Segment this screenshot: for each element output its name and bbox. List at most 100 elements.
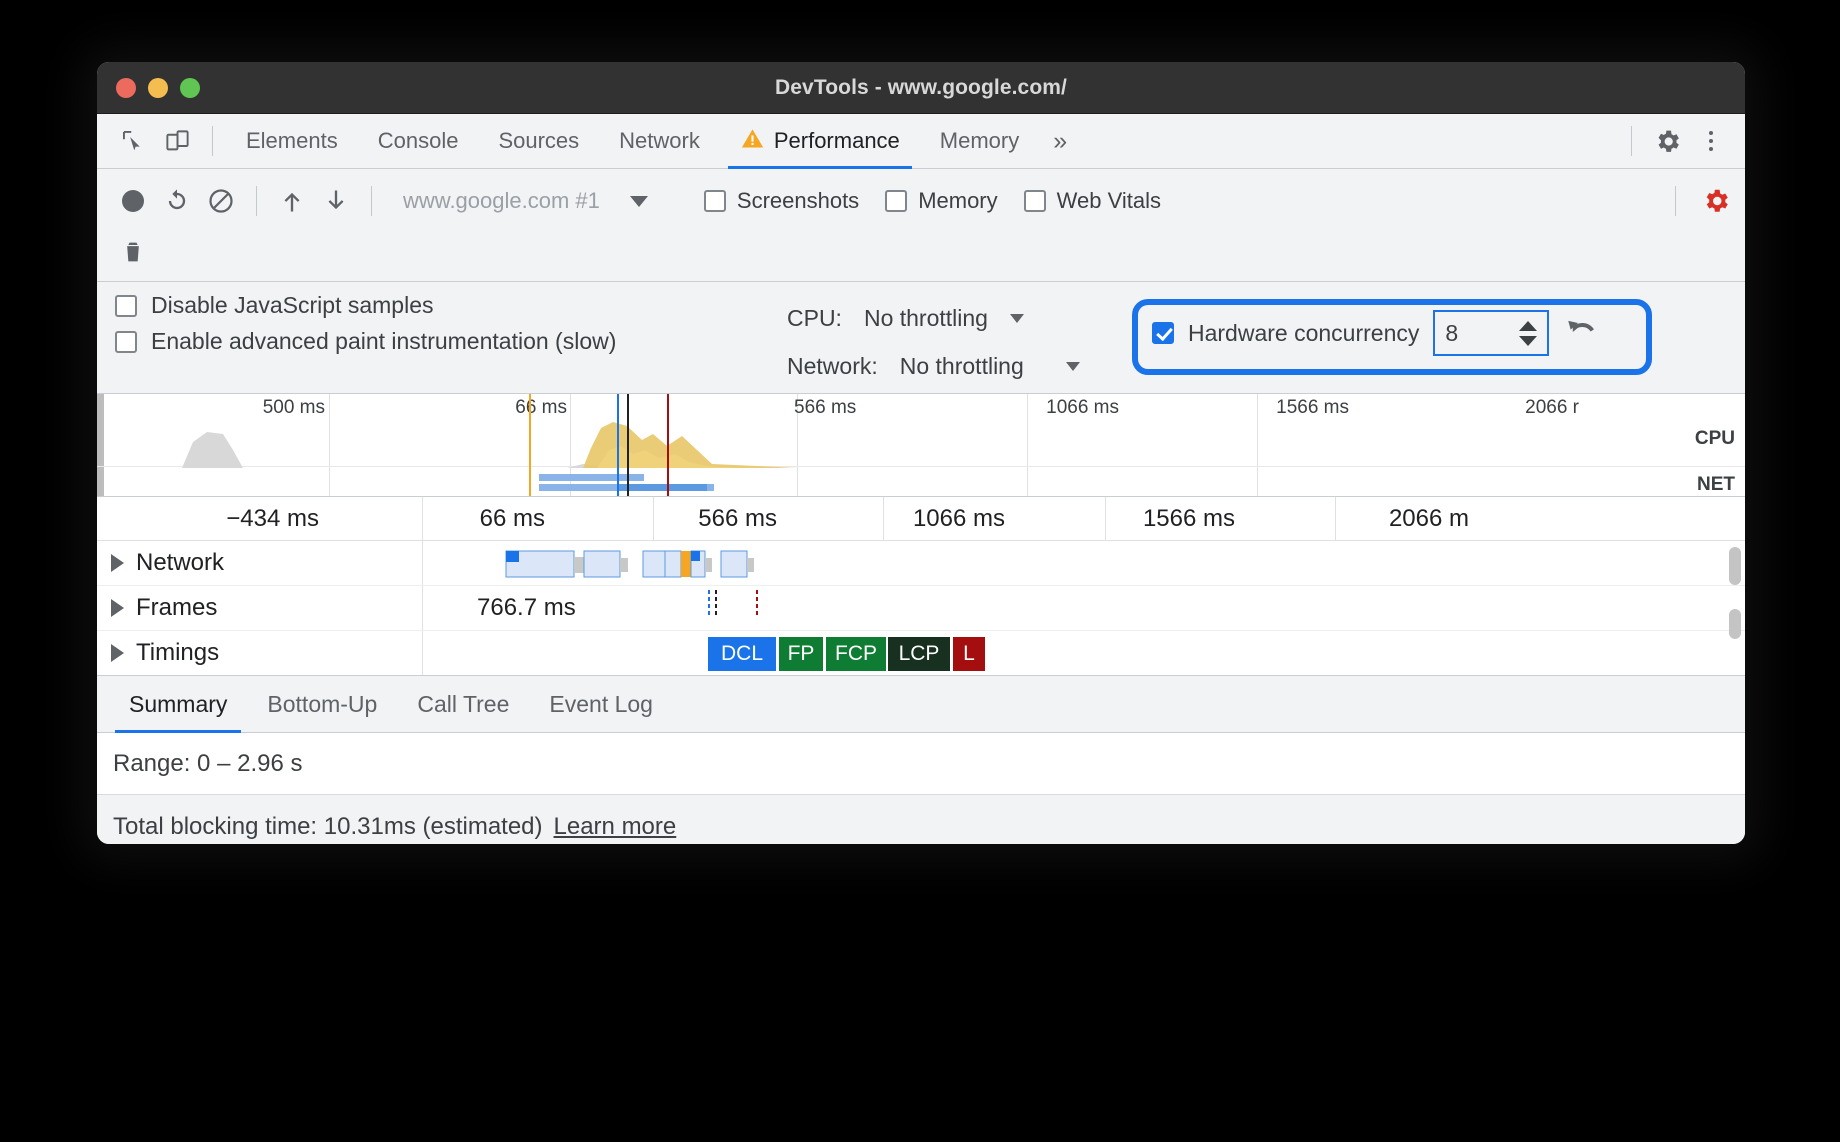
device-toggle-icon[interactable] <box>155 119 199 163</box>
overview-tick: 1566 ms <box>1276 397 1349 419</box>
ruler-tick: 1066 ms <box>913 505 1005 533</box>
tab-bottom-up[interactable]: Bottom-Up <box>247 675 397 733</box>
total-blocking-time-label: Total blocking time: 10.31ms (estimated) <box>113 813 543 841</box>
capture-screenshots-option[interactable]: Screenshots <box>704 188 859 214</box>
throttling-column: CPU: No throttling Network: No throttlin… <box>787 294 1080 390</box>
tracks-scrollbar[interactable] <box>1729 547 1741 671</box>
timing-badge-fcp[interactable]: FCP <box>826 637 886 671</box>
undo-arrow-icon[interactable] <box>1563 314 1605 353</box>
total-blocking-time-row: Total blocking time: 10.31ms (estimated)… <box>97 795 1745 844</box>
tab-call-tree[interactable]: Call Tree <box>397 675 529 733</box>
toolbar-divider <box>1631 126 1632 156</box>
cpu-throttling-select[interactable]: No throttling <box>864 305 988 332</box>
devtools-window: DevTools - www.google.com/ Elements <box>97 62 1745 844</box>
toolbar-row-2 <box>111 227 1731 277</box>
tab-summary[interactable]: Summary <box>109 675 247 733</box>
overview-tick: 566 ms <box>794 397 856 419</box>
hardware-concurrency-stepper[interactable]: 8 <box>1433 310 1549 356</box>
overview-tick: 66 ms <box>515 397 567 419</box>
close-button[interactable] <box>116 78 136 98</box>
reload-record-icon[interactable] <box>155 179 199 223</box>
tab-console[interactable]: Console <box>358 114 479 169</box>
triangle-right-icon[interactable] <box>111 644 124 662</box>
track-header-timings[interactable]: Timings <box>111 639 219 667</box>
ruler-tick: 66 ms <box>480 505 545 533</box>
stepper-arrows[interactable] <box>1519 321 1537 346</box>
learn-more-link[interactable]: Learn more <box>554 813 677 841</box>
track-network[interactable]: Network <box>97 541 1745 586</box>
network-label: Network: <box>787 353 878 380</box>
disable-js-samples-option[interactable]: Disable JavaScript samples <box>115 292 755 318</box>
ruler-tick: 2066 m <box>1389 505 1469 533</box>
minimize-button[interactable] <box>148 78 168 98</box>
overview-net-trace <box>97 468 1497 494</box>
tab-label: Network <box>619 128 700 154</box>
ruler-tick: 566 ms <box>698 505 777 533</box>
network-throttling-select[interactable]: No throttling <box>900 353 1024 380</box>
track-timings[interactable]: Timings DCL FP FCP LCP L <box>97 631 1745 675</box>
trash-icon[interactable] <box>111 230 155 274</box>
record-circle-icon[interactable] <box>111 179 155 223</box>
tab-memory[interactable]: Memory <box>920 114 1039 169</box>
upload-profile-icon[interactable] <box>270 179 314 223</box>
capture-webvitals-option[interactable]: Web Vitals <box>1024 188 1161 214</box>
stepper-up-icon[interactable] <box>1519 321 1537 331</box>
hardware-concurrency-value: 8 <box>1445 320 1458 347</box>
overview-marker-load <box>667 394 669 496</box>
chevron-down-icon[interactable] <box>1010 314 1024 323</box>
chevron-down-icon[interactable] <box>630 196 648 207</box>
timeline-tracks[interactable]: −434 ms 66 ms 566 ms 1066 ms 1566 ms 206… <box>97 497 1745 675</box>
tab-network[interactable]: Network <box>599 114 720 169</box>
capture-memory-option[interactable]: Memory <box>885 188 997 214</box>
range-label: Range: 0 – 2.96 s <box>113 750 302 778</box>
tab-event-log[interactable]: Event Log <box>529 675 673 733</box>
timeline-overview[interactable]: 500 ms 66 ms 566 ms 1066 ms 1566 ms 2066… <box>97 394 1745 497</box>
overview-tick: 2066 r <box>1525 397 1579 419</box>
overview-net-label: NET <box>1697 474 1735 496</box>
gear-icon[interactable] <box>1645 119 1689 163</box>
inspect-cursor-icon[interactable] <box>111 119 155 163</box>
overview-tick: 1066 ms <box>1046 397 1119 419</box>
webvitals-checkbox[interactable] <box>1024 190 1046 212</box>
scrollbar-thumb-bottom[interactable] <box>1729 609 1741 639</box>
disable-js-samples-checkbox[interactable] <box>115 295 137 317</box>
tab-label: Elements <box>246 128 338 154</box>
maximize-button[interactable] <box>180 78 200 98</box>
overview-marker-lcp <box>627 394 629 496</box>
overview-tick: 500 ms <box>263 397 325 419</box>
chevron-down-icon[interactable] <box>1066 362 1080 371</box>
tab-elements[interactable]: Elements <box>226 114 358 169</box>
cpu-throttling-row: CPU: No throttling <box>787 294 1080 342</box>
summary-range-row: Range: 0 – 2.96 s <box>97 733 1745 795</box>
advanced-paint-checkbox[interactable] <box>115 331 137 353</box>
tab-label: Summary <box>129 691 227 718</box>
advanced-paint-option[interactable]: Enable advanced paint instrumentation (s… <box>115 328 755 354</box>
stepper-down-icon[interactable] <box>1519 336 1537 346</box>
timing-badge-fp[interactable]: FP <box>779 637 823 671</box>
overview-cpu-label: CPU <box>1695 428 1735 450</box>
track-frames[interactable]: Frames 766.7 ms <box>97 586 1745 631</box>
overview-cpu-trace <box>97 420 1497 468</box>
tab-sources[interactable]: Sources <box>478 114 599 169</box>
capture-settings-gear-icon[interactable] <box>1662 186 1731 216</box>
more-tabs-icon[interactable]: » <box>1039 127 1081 156</box>
hardware-concurrency-label: Hardware concurrency <box>1188 320 1419 347</box>
timing-badge-lcp[interactable]: LCP <box>888 637 950 671</box>
performance-toolbar: www.google.com #1 Screenshots Memory Web… <box>97 169 1745 282</box>
scrollbar-thumb-top[interactable] <box>1729 547 1741 585</box>
toolbar-row-1: www.google.com #1 Screenshots Memory Web… <box>111 175 1731 227</box>
toolbar-divider <box>371 186 372 216</box>
screenshots-checkbox[interactable] <box>704 190 726 212</box>
tab-performance[interactable]: Performance <box>720 114 920 169</box>
screenshot-root: DevTools - www.google.com/ Elements <box>0 0 1840 1142</box>
overview-marker-fp <box>529 394 531 496</box>
memory-checkbox[interactable] <box>885 190 907 212</box>
option-label: Web Vitals <box>1057 188 1161 214</box>
kebab-menu-icon[interactable] <box>1689 119 1733 163</box>
clear-icon[interactable] <box>199 179 243 223</box>
hardware-concurrency-checkbox[interactable] <box>1152 322 1174 344</box>
timing-badge-dcl[interactable]: DCL <box>708 637 776 671</box>
window-title: DevTools - www.google.com/ <box>97 76 1745 100</box>
timing-badge-load[interactable]: L <box>953 637 985 671</box>
download-profile-icon[interactable] <box>314 179 358 223</box>
